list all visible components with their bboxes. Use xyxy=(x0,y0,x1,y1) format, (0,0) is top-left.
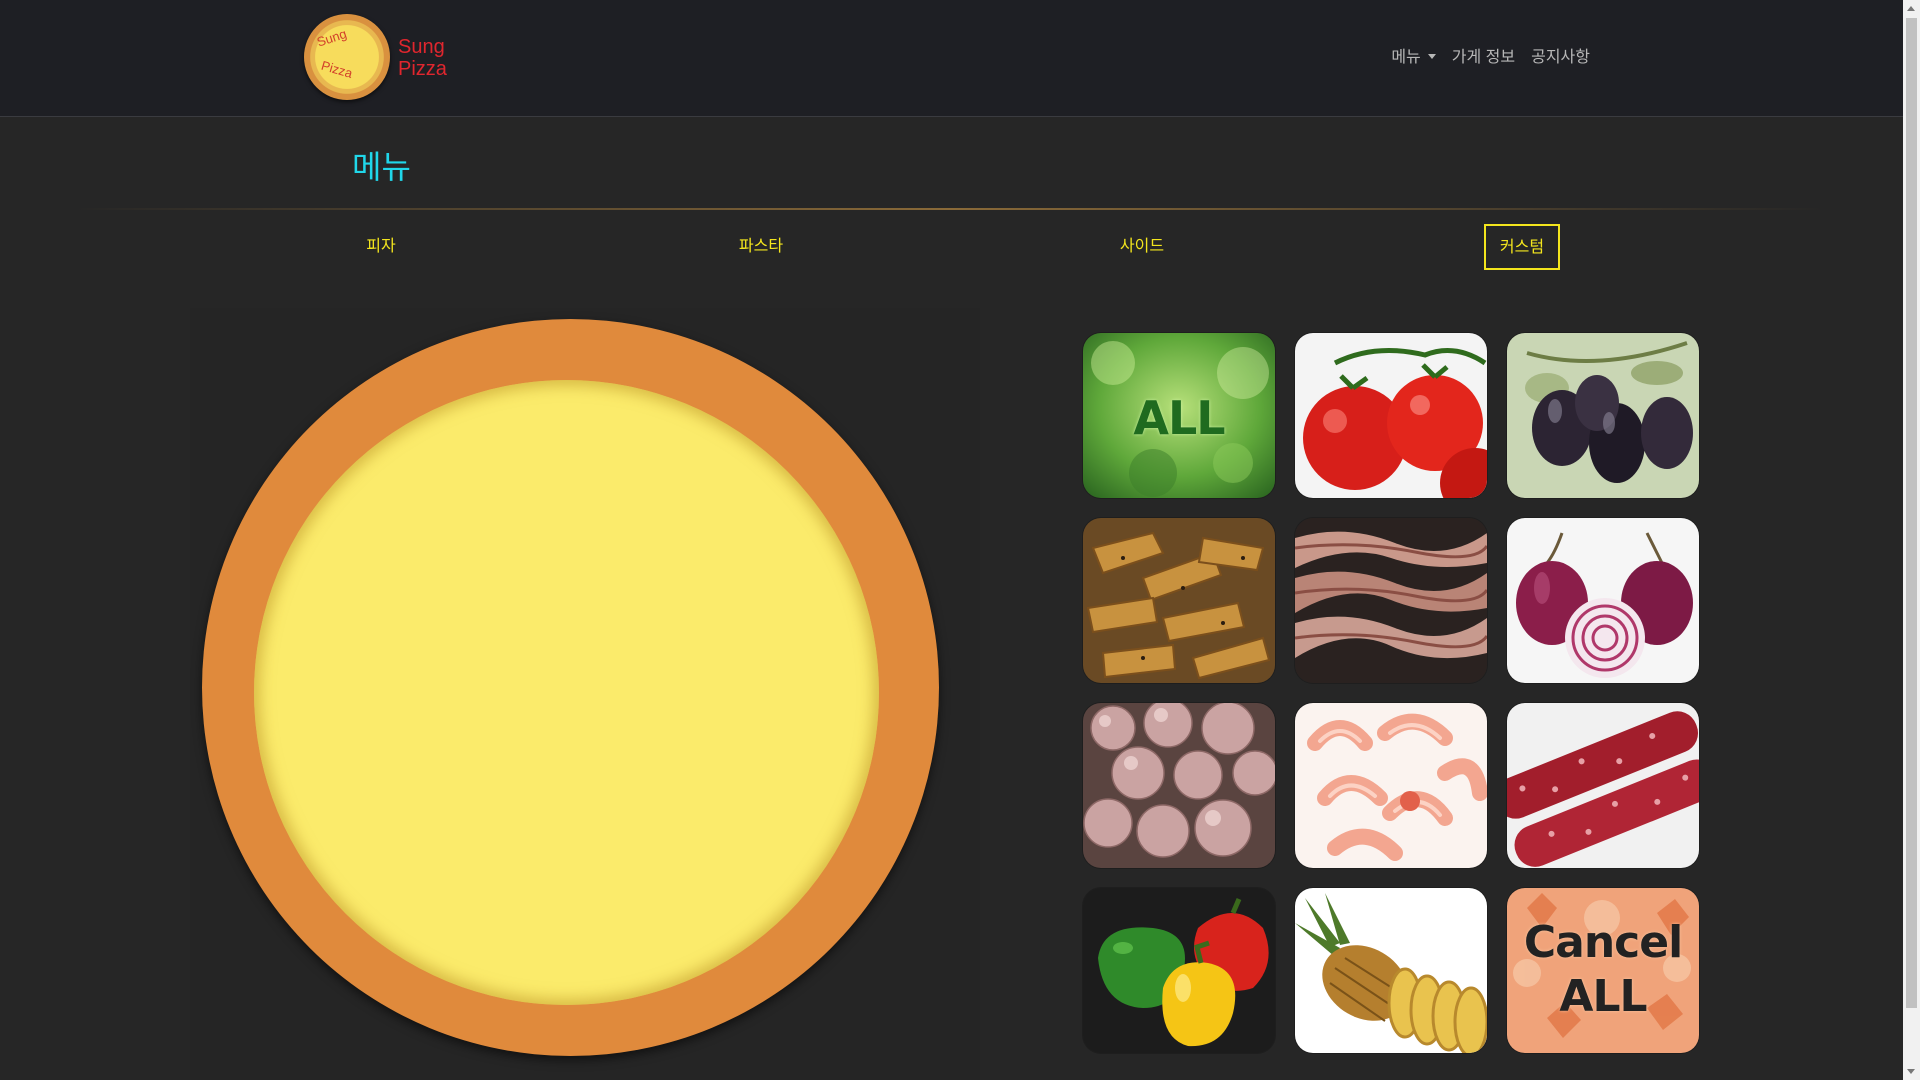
nav-menu-label: 메뉴 xyxy=(1391,49,1421,66)
shrimp-icon xyxy=(1295,703,1487,868)
brand-name-line2: Pizza xyxy=(398,58,447,80)
scroll-thumb[interactable] xyxy=(1906,18,1917,1008)
logo-badge-icon: Sung Pizza xyxy=(304,14,390,100)
caret-down-icon xyxy=(1427,54,1436,59)
topping-olive-button[interactable] xyxy=(1507,333,1699,498)
tab-pasta[interactable]: 파스타 xyxy=(723,224,799,270)
cancel-all-button[interactable]: Cancel ALL xyxy=(1507,888,1699,1053)
pizza-cheese-base[interactable] xyxy=(254,380,879,1005)
pineapple-icon xyxy=(1295,888,1487,1053)
topping-potato-button[interactable] xyxy=(1083,518,1275,683)
topping-mushroom-button[interactable] xyxy=(1083,703,1275,868)
top-navbar: Sung Pizza Sung Pizza 메뉴 가게 정보 공지사항 xyxy=(0,0,1903,117)
topping-pineapple-button[interactable] xyxy=(1295,888,1487,1053)
topping-salami-button[interactable] xyxy=(1507,703,1699,868)
scroll-up-arrow-icon[interactable] xyxy=(1907,6,1915,11)
cancel-all-line1: Cancel xyxy=(1523,917,1683,968)
tab-custom[interactable]: 커스텀 xyxy=(1484,224,1560,270)
brand-name: Sung Pizza xyxy=(398,36,447,80)
page-scrollbar[interactable] xyxy=(1903,0,1920,1080)
brand-logo[interactable]: Sung Pizza Sung Pizza xyxy=(304,14,474,104)
logo-text-bottom: Pizza xyxy=(320,58,355,81)
nav-store-info[interactable]: 가게 정보 xyxy=(1452,47,1515,69)
tab-pizza[interactable]: 피자 xyxy=(343,224,419,270)
topping-bacon-button[interactable] xyxy=(1295,518,1487,683)
mushroom-icon xyxy=(1083,703,1275,868)
onion-icon xyxy=(1507,518,1699,683)
nav-notice[interactable]: 공지사항 xyxy=(1531,47,1590,69)
topping-pepper-button[interactable] xyxy=(1083,888,1275,1053)
cancel-all-label: Cancel ALL xyxy=(1507,916,1699,1024)
page-title: 메뉴 xyxy=(352,148,411,186)
all-label: ALL xyxy=(1133,391,1225,445)
topping-all-button[interactable]: ALL xyxy=(1083,333,1275,498)
cancel-all-line2: ALL xyxy=(1559,971,1647,1022)
scroll-down-arrow-icon[interactable] xyxy=(1907,1069,1915,1074)
nav-links: 메뉴 가게 정보 공지사항 xyxy=(1391,47,1590,69)
tab-side[interactable]: 사이드 xyxy=(1104,224,1180,270)
brand-name-line1: Sung xyxy=(398,36,445,58)
olive-icon xyxy=(1507,333,1699,498)
topping-tomato-button[interactable] xyxy=(1295,333,1487,498)
bell-pepper-icon xyxy=(1083,888,1275,1053)
topping-onion-button[interactable] xyxy=(1507,518,1699,683)
logo-text-top: Sung xyxy=(315,26,349,50)
potato-wedge-icon xyxy=(1083,518,1275,683)
section-divider xyxy=(75,208,1825,210)
salami-icon xyxy=(1507,703,1699,868)
bacon-icon xyxy=(1295,518,1487,683)
tomato-icon xyxy=(1295,333,1487,498)
nav-menu-dropdown[interactable]: 메뉴 xyxy=(1391,47,1436,69)
topping-shrimp-button[interactable] xyxy=(1295,703,1487,868)
